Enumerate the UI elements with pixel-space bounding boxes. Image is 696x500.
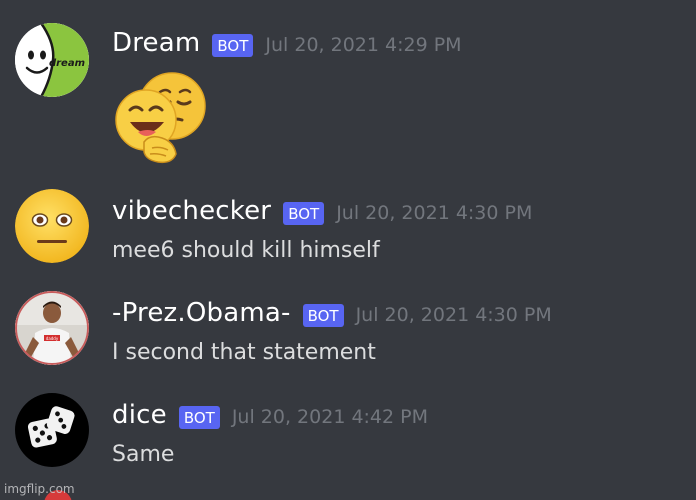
bot-badge: BOT	[178, 405, 220, 429]
timestamp[interactable]: Jul 20, 2021 4:42 PM	[232, 406, 428, 428]
message-header: vibechecker BOT Jul 20, 2021 4:30 PM	[112, 196, 532, 226]
dice-avatar-icon	[15, 393, 89, 467]
message-text: Same	[112, 442, 175, 467]
timestamp[interactable]: Jul 20, 2021 4:30 PM	[336, 202, 532, 224]
timestamp[interactable]: Jul 20, 2021 4:29 PM	[265, 34, 461, 56]
chat-message-list: dream Dream BOT Jul 20, 2021 4:29 PM vib…	[0, 0, 696, 500]
avatar[interactable]	[15, 189, 89, 263]
svg-text:daddy: daddy	[46, 336, 59, 341]
message-text: mee6 should kill himself	[112, 238, 380, 263]
avatar[interactable]: daddy	[15, 291, 89, 365]
username[interactable]: -Prez.Obama-	[112, 298, 291, 328]
username[interactable]: vibechecker	[112, 196, 271, 226]
neutral-face-avatar-icon	[15, 189, 89, 263]
dream-logo-avatar-icon: dream	[15, 23, 89, 97]
laughing-face-with-hand-and-relieved-face-emoji-icon	[115, 72, 206, 164]
watermark: imgflip.com	[4, 482, 75, 496]
avatar[interactable]: dream	[15, 23, 89, 97]
message-header: -Prez.Obama- BOT Jul 20, 2021 4:30 PM	[112, 298, 552, 328]
message-header: dice BOT Jul 20, 2021 4:42 PM	[112, 400, 428, 430]
avatar[interactable]	[15, 393, 89, 467]
person-photo-avatar-icon: daddy	[15, 291, 89, 365]
svg-text:dream: dream	[49, 58, 85, 69]
timestamp[interactable]: Jul 20, 2021 4:30 PM	[356, 304, 552, 326]
bot-badge: BOT	[212, 33, 254, 57]
username[interactable]: dice	[112, 400, 167, 430]
message-text: I second that statement	[112, 340, 376, 365]
emoji-content	[112, 68, 208, 164]
bot-badge: BOT	[302, 303, 344, 327]
message-header: Dream BOT Jul 20, 2021 4:29 PM	[112, 28, 462, 58]
username[interactable]: Dream	[112, 28, 200, 58]
bot-badge: BOT	[283, 201, 325, 225]
